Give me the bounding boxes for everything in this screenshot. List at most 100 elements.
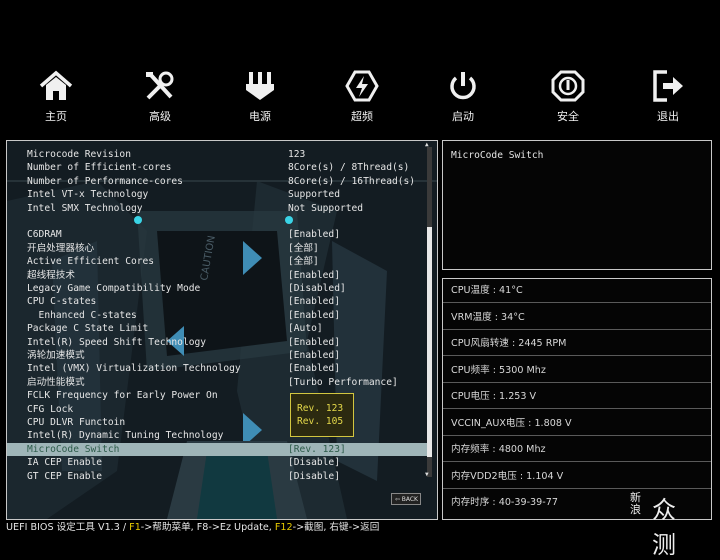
setting-label: CPU C-states [27,296,97,308]
help-panel: MicroCode Switch [442,140,712,270]
setting-row[interactable]: Intel(R) Dynamic Tuning Technology [7,429,427,442]
scrollbar-thumb[interactable] [427,227,432,457]
setting-row[interactable]: CPU DLVR Functoin [7,416,427,429]
monitor-label: VCCIN_AUX电压 [451,417,526,429]
setting-label: C6DRAM [27,229,62,241]
back-button[interactable]: ⇦ BACK [391,493,421,505]
setting-row [7,215,427,228]
nav-overclock[interactable]: 超频 [327,70,397,124]
setting-value: [全部] [288,256,319,268]
monitor-value: 1.104 V [526,470,564,482]
monitor-reading: CPU温度 : 41°C [451,282,523,296]
setting-label: 启动性能模式 [27,376,85,388]
scroll-down-arrow-icon[interactable]: ▼ [425,471,429,478]
separator: : [491,311,502,323]
popup-option[interactable]: Rev. 105 [297,416,343,427]
setting-value: [Disabled] [288,283,346,294]
setting-label: Legacy Game Compatibility Mode [27,283,201,294]
setting-value: [Enabled] [288,309,340,321]
setting-row[interactable]: Package C State Limit [Auto] [7,322,427,335]
setting-value: [Enabled] [288,296,340,308]
setting-row[interactable]: Active Efficient Cores [全部] [7,255,427,268]
setting-row[interactable]: Intel SMX Technology Not Supported [7,202,427,215]
setting-label: Package C State Limit [27,323,149,335]
footer-bar: UEFI BIOS 设定工具 V1.3 / F1->帮助菜单, F8->Ez U… [6,522,380,533]
monitor-reading: CPU频率 : 5300 Mhz [451,362,546,376]
setting-row[interactable]: Number of Efficient-cores 8Core(s) / 8Thr… [7,161,427,174]
setting-row[interactable]: Microcode Revision 123 [7,148,427,161]
monitor-label: CPU频率 [451,364,490,376]
monitor-label: VRM温度 [451,311,492,323]
setting-row[interactable]: FCLK Frequency for Early Power On [7,389,427,402]
nav-boot[interactable]: 启动 [428,70,498,124]
nav-home[interactable]: 主页 [21,70,91,124]
divider [443,408,711,409]
setting-label: Intel (VMX) Virtualization Technology [27,363,241,375]
setting-label: Intel(R) Dynamic Tuning Technology [27,430,224,442]
f1-key[interactable]: F1 [129,522,141,533]
divider [443,434,711,436]
setting-row[interactable]: 涡轮加速模式 [Enabled] [7,349,427,362]
divider [443,302,711,303]
monitor-label: CPU风扇转速 [451,338,509,349]
setting-row[interactable]: IA CEP Enable [Disable] [7,456,427,469]
monitor-label: CPU电压 [451,391,490,402]
setting-value: Not Supported [288,202,364,214]
divider [443,381,711,383]
setting-value: [Disable] [288,470,340,482]
setting-value: [Enabled] [288,269,340,281]
setting-row[interactable]: Number of Performance-cores 8Core(s) / 16… [7,175,427,188]
setting-value: [Auto] [288,323,323,335]
setting-value: [Enabled] [288,336,340,348]
setting-label: 开启处理器核心 [27,242,95,254]
setting-label: 超线程技术 [27,269,75,281]
setting-row[interactable]: MicroCode Switch [Rev. 123] [7,442,427,456]
setting-row[interactable]: GT CEP Enable [Disable] [7,470,427,483]
nav-power[interactable]: 电源 [225,70,295,124]
scrollbar[interactable] [427,147,432,477]
setting-value: [Enabled] [288,350,340,361]
setting-row[interactable]: Intel(R) Speed Shift Technology [Enabled] [7,336,427,349]
divider [443,355,711,356]
setting-label: Intel SMX Technology [27,202,143,214]
setting-value: [Rev. 123] [288,443,346,455]
setting-row[interactable]: CPU C-states [Enabled] [7,295,427,308]
setting-row[interactable]: 启动性能模式 [Turbo Performance] [7,376,427,389]
nav-advanced[interactable]: 高级 [125,70,195,124]
setting-row[interactable]: C6DRAM [Enabled] [7,228,427,241]
tools-icon [146,71,174,100]
monitor-label: 内存频率 [451,444,490,455]
monitor-value: 41°C [499,285,523,296]
setting-value: 8Core(s) / 8Thread(s) [288,162,410,174]
setting-row[interactable]: Intel (VMX) Virtualization Technology [En… [7,362,427,375]
monitor-reading: VCCIN_AUX电压 : 1.808 V [451,415,572,429]
microcode-options-popup: Rev. 123 Rev. 105 [290,393,354,437]
setting-label: CFG Lock [27,403,74,415]
setting-label: Active Efficient Cores [27,256,155,268]
monitor-reading: CPU电压 : 1.253 V [451,388,536,402]
setting-row[interactable]: 超线程技术 [Enabled] [7,269,427,282]
setting-value: [Disable] [288,457,340,469]
setting-row[interactable]: CFG Lock [7,403,427,416]
setting-label: FCLK Frequency for Early Power On [27,390,218,402]
f12-key[interactable]: F12 [275,522,293,533]
setting-label: Enhanced C-states [27,309,137,321]
separator: : [489,364,500,376]
setting-row[interactable]: Intel VT-x Technology Supported [7,188,427,201]
nav-security[interactable]: 安全 [533,70,603,124]
overclock-lightning-icon [345,70,379,102]
setting-label: Intel VT-x Technology [27,189,149,201]
nav-exit[interactable]: 退出 [633,70,703,124]
setting-label: Microcode Revision [27,149,131,160]
setting-row[interactable]: 开启处理器核心 [全部] [7,242,427,255]
setting-row[interactable]: Legacy Game Compatibility Mode [Disabled] [7,282,427,295]
top-nav-bar: 主页 高级 电源 超频 启动 安全 退出 [0,0,720,140]
monitor-value: 40-39-39-77 [498,497,558,508]
monitor-label: CPU温度 [451,285,490,296]
setting-value: [全部] [288,242,319,254]
setting-value: [Enabled] [288,229,340,241]
setting-row[interactable]: Enhanced C-states [Enabled] [7,309,427,322]
setting-label: Intel(R) Speed Shift Technology [27,336,207,348]
popup-option[interactable]: Rev. 123 [297,403,343,414]
monitor-reading: 内存频率 : 4800 Mhz [451,441,546,455]
